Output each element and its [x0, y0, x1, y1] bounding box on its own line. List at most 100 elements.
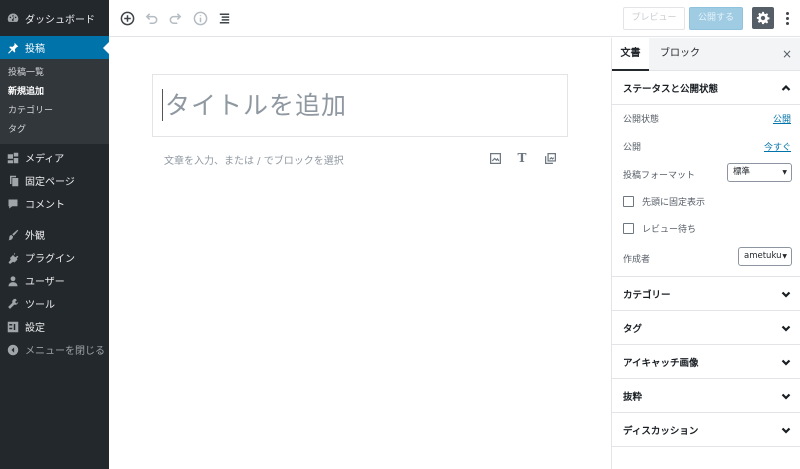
tab-document[interactable]: 文書	[612, 38, 649, 71]
panel-excerpt[interactable]: 抜粋	[612, 379, 800, 413]
undo-icon[interactable]	[142, 9, 160, 27]
publish-date-link[interactable]: 今すぐ	[764, 140, 791, 153]
tab-block[interactable]: ブロック	[660, 38, 700, 71]
settings-toggle-button[interactable]	[752, 7, 774, 29]
panel-title: ディスカッション	[623, 425, 699, 437]
wrench-icon	[6, 297, 19, 310]
pending-review-label: レビュー待ち	[642, 225, 697, 235]
chevron-down-icon	[781, 289, 791, 299]
select-value: ametuku	[744, 251, 782, 261]
gallery-block-icon[interactable]	[543, 151, 557, 165]
settings-sliders-icon	[6, 320, 19, 333]
submenu-all-posts[interactable]: 投稿一覧	[0, 64, 109, 83]
pages-icon	[6, 174, 19, 187]
menu-posts[interactable]: 投稿	[0, 36, 109, 59]
panel-status-visibility[interactable]: ステータスと公開状態	[612, 71, 800, 105]
visibility-link[interactable]: 公開	[773, 112, 791, 125]
text-block-icon[interactable]: T	[515, 151, 529, 165]
post-title-field[interactable]: タイトルを追加	[152, 74, 568, 137]
menu-appearance[interactable]: 外観	[0, 223, 109, 246]
pending-review-checkbox[interactable]	[623, 223, 634, 234]
chevron-down-icon	[781, 357, 791, 367]
paragraph-placeholder[interactable]: 文章を入力、または / でブロックを選択	[164, 152, 344, 167]
panel-featured-image[interactable]: アイキャッチ画像	[612, 345, 800, 379]
submenu-add-new[interactable]: 新規追加	[0, 83, 109, 102]
status-panel-body: 公開状態 公開 公開 今すぐ 投稿フォーマット 標準 ▼ 先頭に固定表示 レビュ…	[612, 105, 800, 277]
post-format-select[interactable]: 標準 ▼	[727, 163, 792, 182]
collapse-arrow-icon	[6, 343, 19, 356]
menu-label: 固定ページ	[25, 177, 75, 188]
add-block-icon[interactable]	[118, 9, 136, 27]
menu-label: ユーザー	[25, 277, 65, 288]
panel-title: ステータスと公開状態	[623, 83, 719, 95]
panel-tags[interactable]: タグ	[612, 311, 800, 345]
posts-submenu: 投稿一覧 新規追加 カテゴリー タグ	[0, 59, 109, 144]
author-select[interactable]: ametuku ▼	[738, 247, 792, 266]
author-label: 作成者	[623, 255, 651, 265]
submenu-categories[interactable]: カテゴリー	[0, 102, 109, 121]
redo-icon[interactable]	[166, 9, 184, 27]
menu-label: ダッシュボード	[25, 14, 95, 26]
menu-separator	[0, 215, 109, 223]
menu-users[interactable]: ユーザー	[0, 269, 109, 292]
menu-media[interactable]: メディア	[0, 146, 109, 169]
editor-canvas: タイトルを追加 文章を入力、または / でブロックを選択 T	[109, 38, 610, 469]
post-format-label: 投稿フォーマット	[623, 171, 696, 181]
dropdown-arrow-icon: ▼	[782, 253, 787, 260]
post-title-placeholder: タイトルを追加	[165, 91, 348, 120]
panel-categories[interactable]: カテゴリー	[612, 277, 800, 311]
panel-discussion[interactable]: ディスカッション	[612, 413, 800, 447]
chevron-down-icon	[781, 425, 791, 435]
dot-icon	[785, 11, 789, 15]
menu-label: 設定	[25, 323, 45, 334]
sticky-checkbox-row[interactable]: 先頭に固定表示	[623, 195, 705, 208]
comment-icon	[6, 197, 19, 210]
admin-sidebar: ダッシュボード 投稿 投稿一覧 新規追加 カテゴリー タグ メディア 固定ページ…	[0, 0, 109, 469]
menu-comments[interactable]: コメント	[0, 192, 109, 215]
pending-review-checkbox-row[interactable]: レビュー待ち	[623, 222, 696, 235]
menu-collapse[interactable]: メニューを閉じる	[0, 338, 109, 361]
menu-label: メディア	[25, 154, 65, 165]
panel-title: タグ	[623, 323, 643, 335]
chevron-up-icon	[781, 83, 791, 93]
dropdown-arrow-icon: ▼	[782, 169, 787, 176]
settings-sidebar: 文書 ブロック × ステータスと公開状態 公開状態 公開 公開 今すぐ 投稿フォ…	[611, 38, 800, 469]
visibility-label: 公開状態	[623, 115, 660, 125]
plugin-icon	[6, 251, 19, 264]
dot-icon	[785, 21, 789, 25]
user-icon	[6, 274, 19, 287]
image-block-icon[interactable]	[488, 151, 502, 165]
submenu-tags[interactable]: タグ	[0, 121, 109, 140]
outline-list-icon[interactable]	[215, 9, 233, 27]
menu-tools[interactable]: ツール	[0, 292, 109, 315]
pin-icon	[6, 41, 19, 54]
close-sidebar-icon[interactable]: ×	[782, 47, 792, 61]
menu-label: ツール	[25, 300, 55, 311]
dot-icon	[785, 16, 789, 20]
panel-title: カテゴリー	[623, 289, 671, 301]
info-icon[interactable]	[191, 9, 209, 27]
menu-label: 投稿	[25, 44, 45, 55]
gear-icon	[756, 11, 770, 25]
editor-toolbar: プレビュー 公開する	[109, 0, 800, 37]
menu-pages[interactable]: 固定ページ	[0, 169, 109, 192]
text-glyph: T	[517, 151, 527, 165]
menu-label: プラグイン	[25, 254, 75, 265]
menu-label: 外観	[25, 231, 45, 242]
sidebar-tabs: 文書 ブロック ×	[612, 38, 800, 71]
panel-title: 抜粋	[623, 391, 643, 403]
brush-icon	[6, 228, 19, 241]
select-value: 標準	[733, 167, 751, 177]
menu-dashboard[interactable]: ダッシュボード	[0, 0, 109, 36]
dashboard-icon	[6, 12, 19, 25]
media-icon	[6, 151, 19, 164]
menu-plugins[interactable]: プラグイン	[0, 246, 109, 269]
menu-settings[interactable]: 設定	[0, 315, 109, 338]
more-menu-button[interactable]	[781, 8, 793, 28]
publish-button[interactable]: 公開する	[689, 7, 743, 30]
menu-label: コメント	[25, 200, 65, 211]
publish-label: 公開	[623, 143, 642, 153]
preview-button[interactable]: プレビュー	[623, 7, 685, 30]
sticky-checkbox[interactable]	[623, 196, 634, 207]
chevron-down-icon	[781, 391, 791, 401]
